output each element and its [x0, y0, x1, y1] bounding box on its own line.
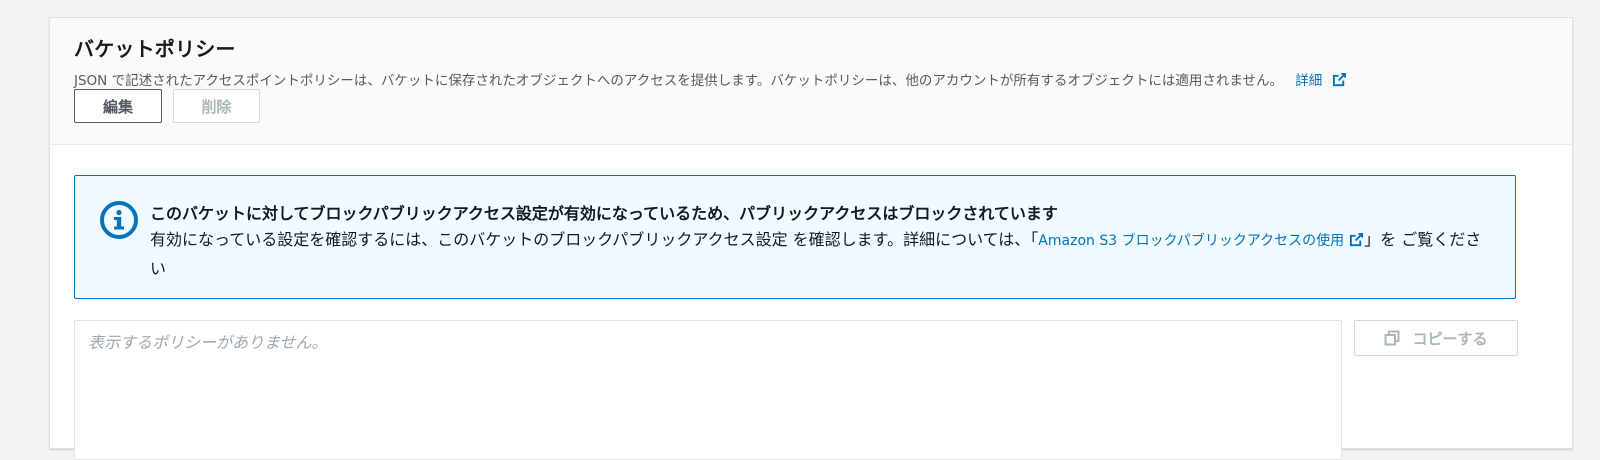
delete-button[interactable]: 削除	[173, 89, 260, 123]
section-description: JSON で記述されたアクセスポイントポリシーは、バケットに保存されたオブジェク…	[74, 69, 1347, 89]
bucket-policy-panel: バケットポリシー JSON で記述されたアクセスポイントポリシーは、バケットに保…	[49, 17, 1573, 460]
external-link-icon	[1332, 72, 1346, 87]
edit-button[interactable]: 編集	[74, 89, 162, 123]
doc-link-label: Amazon S3 ブロックパブリックアクセスの使用	[1038, 233, 1345, 249]
alert-body-prefix: 有効になっている設定を確認するには、このバケットのブロックパブリックアクセス設定…	[150, 230, 1039, 249]
section-title: バケットポリシー	[74, 37, 236, 61]
copy-button[interactable]: コピーする	[1354, 320, 1518, 356]
panel-header: バケットポリシー JSON で記述されたアクセスポイントポリシーは、バケットに保…	[50, 18, 1572, 145]
learn-more-label: 詳細	[1295, 73, 1323, 89]
alert-body: 有効になっている設定を確認するには、このバケットのブロックパブリックアクセス設定…	[150, 226, 1495, 282]
block-public-access-doc-link[interactable]: Amazon S3 ブロックパブリックアクセスの使用	[1038, 232, 1364, 249]
info-alert: このバケットに対してブロックパブリックアクセス設定が有効になっているため、パブリ…	[74, 175, 1516, 299]
info-icon	[100, 201, 138, 239]
external-link-icon	[1350, 232, 1364, 247]
description-text: JSON で記述されたアクセスポイントポリシーは、バケットに保存されたオブジェク…	[74, 73, 1283, 89]
copy-icon	[1384, 330, 1400, 346]
alert-title: このバケットに対してブロックパブリックアクセス設定が有効になっているため、パブリ…	[150, 204, 1058, 223]
copy-label: コピーする	[1412, 329, 1488, 348]
learn-more-link[interactable]: 詳細	[1295, 72, 1346, 89]
policy-editor[interactable]: 表示するポリシーがありません。	[74, 320, 1342, 460]
policy-empty-text: 表示するポリシーがありません。	[88, 333, 328, 352]
